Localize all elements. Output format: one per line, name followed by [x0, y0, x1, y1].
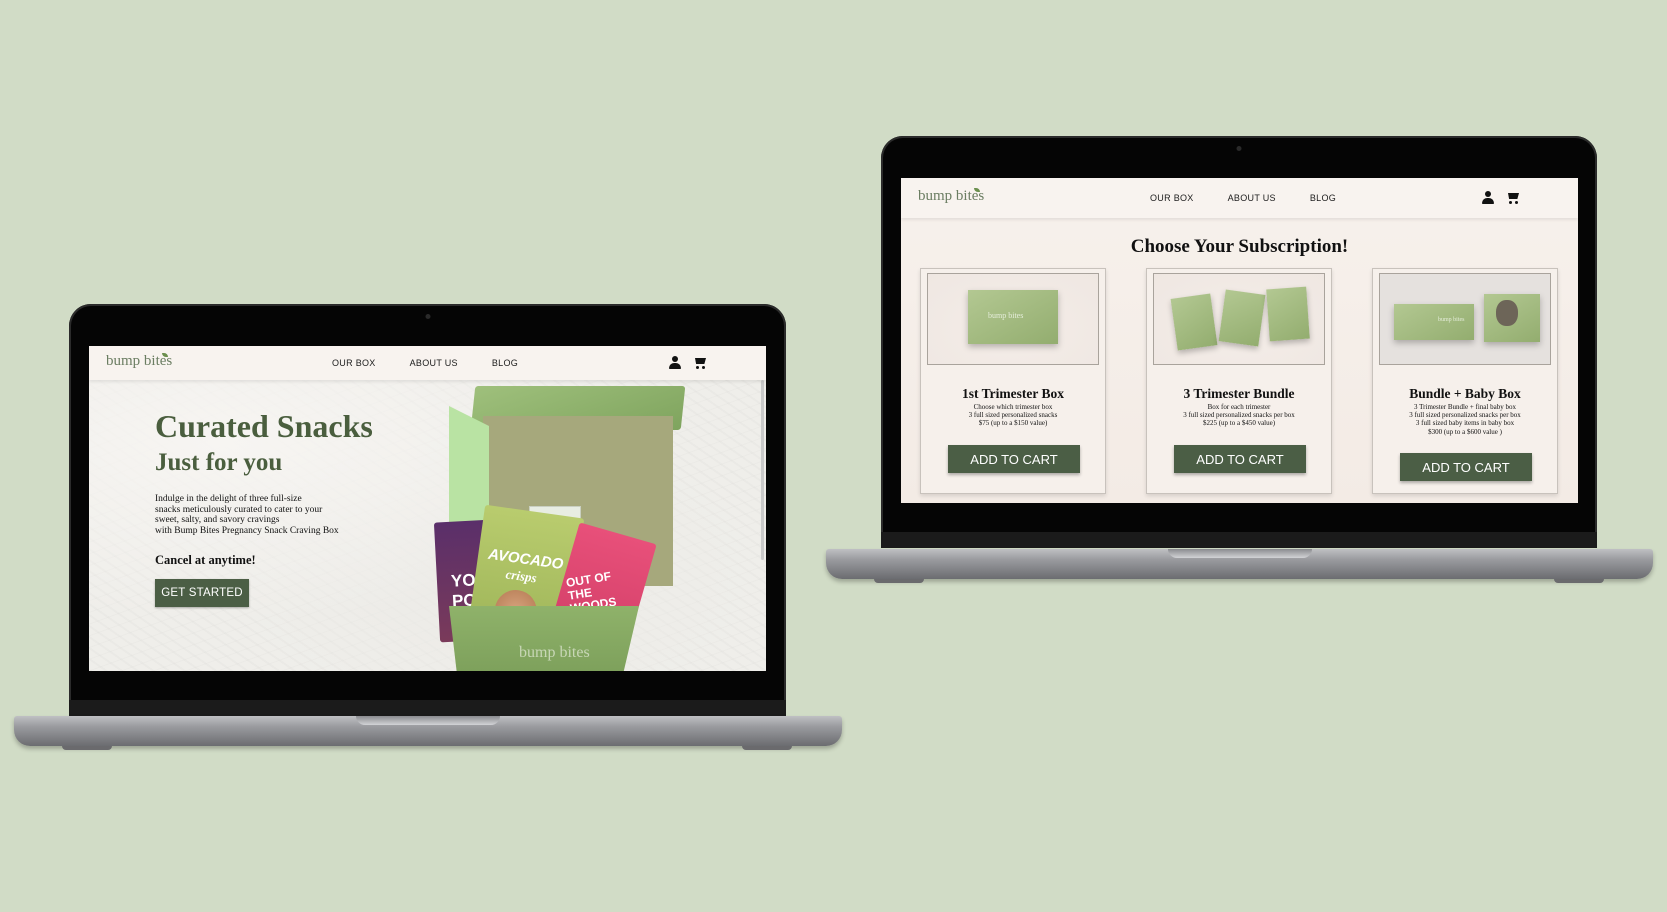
hero-body-line: with Bump Bites Pregnancy Snack Craving …: [155, 525, 339, 536]
product-name: 3 Trimester Bundle: [1183, 386, 1295, 401]
left-nav-bar: bump bites OUR BOX ABOUT US BLOG: [89, 346, 766, 380]
trackpad-notch: [356, 716, 500, 725]
page-scrollbar[interactable]: [761, 380, 764, 560]
user-icon[interactable]: [669, 356, 681, 369]
trimester-box-image: bump bites: [968, 290, 1058, 344]
bundle-box-image-1: [1170, 293, 1218, 351]
cart-icon[interactable]: [693, 356, 707, 369]
right-laptop-base: [826, 549, 1653, 579]
camera-icon: [425, 314, 430, 319]
baby-box-image: bump bites: [1394, 304, 1474, 340]
bundle-box-image-3: [1266, 286, 1310, 342]
teddy-bear-image: [1496, 300, 1518, 326]
product-description: Choose which trimester box 3 full sized …: [921, 403, 1105, 428]
add-to-cart-button[interactable]: ADD TO CART: [948, 445, 1080, 473]
trackpad-notch: [1167, 549, 1312, 558]
desc-line: 3 full sized baby items in baby box: [1415, 419, 1515, 428]
right-nav-links: OUR BOX ABOUT US BLOG: [1150, 193, 1336, 203]
box-label-text: bump bites: [1438, 317, 1465, 323]
desc-line: Choose which trimester box: [973, 403, 1053, 411]
product-name: 1st Trimester Box: [962, 386, 1064, 401]
get-started-button[interactable]: GET STARTED: [155, 579, 249, 607]
cart-icon[interactable]: [1506, 191, 1520, 204]
right-nav-bar: bump bites OUR BOX ABOUT US BLOG: [901, 178, 1578, 218]
desc-line: 3 full sized personalized snacks per box: [1409, 411, 1521, 420]
laptop-foot: [742, 746, 792, 750]
laptop-foot: [874, 579, 924, 583]
desc-line: $300 (up to a $600 value ): [1428, 427, 1502, 436]
right-laptop-screen: bump bites OUR BOX ABOUT US BLOG Choose …: [901, 178, 1578, 503]
camera-icon: [1236, 146, 1242, 151]
box-label-text: bump bites: [988, 311, 1024, 320]
subscription-heading: Choose Your Subscription!: [1130, 236, 1349, 257]
product-image[interactable]: bump bites: [927, 273, 1099, 365]
hero-subtitle: Just for you: [155, 449, 283, 476]
product-description: Box for each trimester 3 full sized pers…: [1147, 403, 1331, 428]
desc-line: $225 (up to a $450 value): [1202, 419, 1276, 428]
nav-our-box[interactable]: OUR BOX: [1150, 193, 1194, 203]
cancel-anytime-text: Cancel at anytime!: [155, 553, 256, 567]
nav-blog[interactable]: BLOG: [1310, 193, 1336, 203]
nav-about-us[interactable]: ABOUT US: [1228, 193, 1276, 203]
right-logo[interactable]: bump bites: [918, 188, 990, 205]
right-laptop-chin: [881, 532, 1597, 548]
desc-line: 3 Trimester Bundle + final baby box: [1414, 403, 1516, 411]
nav-our-box[interactable]: OUR BOX: [332, 358, 376, 368]
desc-line: Box for each trimester: [1207, 403, 1271, 411]
hero-body-line: Indulge in the delight of three full-siz…: [155, 494, 302, 504]
add-to-cart-button[interactable]: ADD TO CART: [1174, 445, 1306, 473]
left-laptop-chin: [69, 700, 786, 716]
desc-line: 3 full sized personalized snacks: [968, 411, 1058, 420]
snack-box-illustration: YOG POP AVOCADO crisps OUT OF THE WOODS …: [379, 386, 719, 671]
product-image[interactable]: bump bites: [1379, 273, 1551, 365]
hero-body-line: sweet, salty, and savory cravings: [155, 515, 280, 525]
hero-body: Indulge in the delight of three full-siz…: [155, 494, 355, 536]
hero-title: Curated Snacks: [155, 408, 373, 444]
product-card-bundle-baby-box: bump bites Bundle + Baby Box 3 Trimester…: [1372, 268, 1558, 494]
laptop-foot: [62, 746, 112, 750]
nav-blog[interactable]: BLOG: [492, 358, 518, 368]
left-laptop-screen: bump bites OUR BOX ABOUT US BLOG Curated…: [89, 346, 766, 671]
add-to-cart-button[interactable]: ADD TO CART: [1400, 453, 1532, 481]
desc-line: 3 full sized personalized snacks per box: [1183, 411, 1295, 420]
nav-about-us[interactable]: ABOUT US: [410, 358, 458, 368]
bundle-box-image-2: [1218, 289, 1266, 347]
product-image[interactable]: [1153, 273, 1325, 365]
hero-body-line: snacks meticulously curated to cater to …: [155, 504, 323, 515]
product-name: Bundle + Baby Box: [1409, 386, 1521, 401]
right-nav-icons: [1482, 191, 1520, 204]
left-nav-links: OUR BOX ABOUT US BLOG: [332, 358, 518, 368]
laptop-foot: [1554, 579, 1604, 583]
product-description: 3 Trimester Bundle + final baby box 3 fu…: [1373, 403, 1557, 436]
box-brand-text: bump bites: [519, 644, 590, 661]
left-laptop-base: [14, 716, 842, 746]
user-icon[interactable]: [1482, 191, 1494, 204]
left-nav-icons: [669, 356, 707, 369]
product-card-1st-trimester: bump bites 1st Trimester Box Choose whic…: [920, 268, 1106, 494]
left-logo[interactable]: bump bites: [106, 353, 178, 370]
bag-text: crisps: [504, 566, 538, 586]
desc-line: $75 (up to a $150 value): [978, 419, 1048, 428]
product-card-3-trimester-bundle: 3 Trimester Bundle Box for each trimeste…: [1146, 268, 1332, 494]
